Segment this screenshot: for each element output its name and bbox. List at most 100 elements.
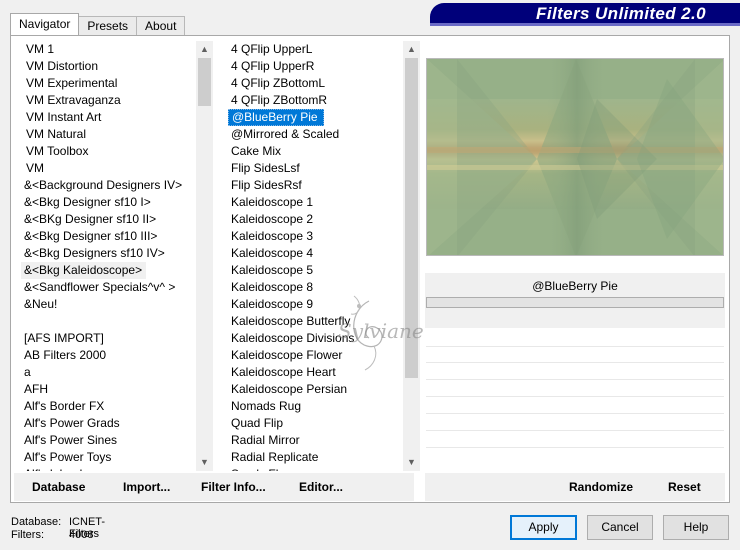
- list-item-label: &<Sandflower Specials^v^ >: [24, 280, 176, 294]
- list-item[interactable]: Kaleidoscope 8: [228, 279, 403, 296]
- list-item-label: 4 QFlip ZBottomR: [231, 93, 328, 107]
- list-item[interactable]: 4 QFlip ZBottomL: [228, 75, 403, 92]
- reset-button[interactable]: Reset: [668, 480, 701, 494]
- list-item[interactable]: Alf's Border FX: [21, 398, 196, 415]
- list-item[interactable]: &<Background Designers IV>: [21, 177, 196, 194]
- chevron-down-icon[interactable]: ▼: [403, 454, 420, 471]
- list-item[interactable]: Kaleidoscope Heart: [228, 364, 403, 381]
- list-item[interactable]: Kaleidoscope 9: [228, 296, 403, 313]
- list-item-label: VM: [26, 161, 44, 175]
- list-item-label: Alf's Border FX: [24, 399, 105, 413]
- list-item[interactable]: @Mirrored & Scaled: [228, 126, 403, 143]
- list-item-label: Flip SidesRsf: [231, 178, 302, 192]
- list-item[interactable]: VM: [21, 160, 196, 177]
- database-label: Database:: [11, 516, 62, 528]
- list-item[interactable]: Kaleidoscope Persian: [228, 381, 403, 398]
- list-item[interactable]: 4 QFlip UpperL: [228, 41, 403, 58]
- list-item[interactable]: Quad Flip: [228, 415, 403, 432]
- filter-info-button[interactable]: Filter Info...: [201, 480, 266, 494]
- list-item[interactable]: Kaleidoscope 2: [228, 211, 403, 228]
- filter-preview: [426, 58, 724, 256]
- category-scroll-thumb[interactable]: [198, 58, 211, 106]
- list-item[interactable]: Alf's Power Toys: [21, 449, 196, 466]
- list-item-label: Kaleidoscope 3: [231, 229, 314, 243]
- list-item[interactable]: Kaleidoscope 5: [228, 262, 403, 279]
- tab-about[interactable]: About: [136, 16, 186, 35]
- list-item-label: Kaleidoscope 5: [231, 263, 314, 277]
- list-item[interactable]: Kaleidoscope 3: [228, 228, 403, 245]
- list-item[interactable]: AFH: [21, 381, 196, 398]
- randomize-button[interactable]: Randomize: [569, 480, 633, 494]
- apply-button[interactable]: Apply: [510, 515, 577, 540]
- list-item[interactable]: Radial Replicate: [228, 449, 403, 466]
- list-item[interactable]: Kaleidoscope 1: [228, 194, 403, 211]
- list-item[interactable]: &<Bkg Designer sf10 III>: [21, 228, 196, 245]
- filter-scrollbar[interactable]: ▲ ▼: [403, 41, 420, 471]
- list-item-label: &<Bkg Designer sf10 III>: [24, 229, 158, 243]
- list-item-label: a: [24, 365, 31, 379]
- list-item[interactable]: VM Instant Art: [21, 109, 196, 126]
- list-item[interactable]: Cake Mix: [228, 143, 403, 160]
- list-item-label: &<Bkg Designer sf10 I>: [24, 195, 151, 209]
- list-item[interactable]: @BlueBerry Pie: [228, 109, 403, 126]
- parameter-row-divider: [426, 379, 724, 380]
- chevron-down-icon[interactable]: ▼: [196, 454, 213, 471]
- list-item[interactable]: AB Filters 2000: [21, 347, 196, 364]
- list-item[interactable]: [AFS IMPORT]: [21, 330, 196, 347]
- list-item[interactable]: VM 1: [21, 41, 196, 58]
- list-item-label: Alf's Power Grads: [24, 416, 120, 430]
- list-item-label: Flip SidesLsf: [231, 161, 300, 175]
- list-item-label: Radial Mirror: [231, 433, 300, 447]
- list-item[interactable]: &<Bkg Designers sf10 IV>: [21, 245, 196, 262]
- tab-navigator[interactable]: Navigator: [10, 13, 80, 35]
- watermark-signature: Sylviane: [338, 319, 424, 343]
- category-scrollbar[interactable]: ▲ ▼: [196, 41, 213, 471]
- list-item[interactable]: Flip SidesLsf: [228, 160, 403, 177]
- filters-status: Filters: 4008: [11, 529, 93, 541]
- list-item[interactable]: 4 QFlip ZBottomR: [228, 92, 403, 109]
- list-item[interactable]: &<BKg Designer sf10 II>: [21, 211, 196, 228]
- list-item[interactable]: Radial Mirror: [228, 432, 403, 449]
- list-item-label: Kaleidoscope 4: [231, 246, 314, 260]
- list-item[interactable]: Nomads Rug: [228, 398, 403, 415]
- list-item[interactable]: Kaleidoscope 4: [228, 245, 403, 262]
- list-item[interactable]: Flip SidesRsf: [228, 177, 403, 194]
- list-item-label: Kaleidoscope Flower: [231, 348, 343, 362]
- filter-list[interactable]: 4 QFlip UpperL 4 QFlip UpperR 4 QFlip ZBot…: [228, 41, 420, 471]
- list-item[interactable]: Seeds Fl...: [228, 466, 403, 471]
- help-button[interactable]: Help: [663, 515, 729, 540]
- editor-button[interactable]: Editor...: [299, 480, 343, 494]
- list-item[interactable]: VM Experimental: [21, 75, 196, 92]
- list-item-label: &<Bkg Kaleidoscope>: [21, 262, 147, 279]
- chevron-up-icon[interactable]: ▲: [196, 41, 213, 58]
- list-item[interactable]: Kaleidoscope Flower: [228, 347, 403, 364]
- list-item[interactable]: VM Natural: [21, 126, 196, 143]
- list-item[interactable]: VM Toolbox: [21, 143, 196, 160]
- list-item[interactable]: Alf's Power Sines: [21, 432, 196, 449]
- list-item[interactable]: 4 QFlip UpperR: [228, 58, 403, 75]
- database-button[interactable]: Database: [32, 480, 85, 494]
- cancel-button[interactable]: Cancel: [587, 515, 653, 540]
- list-item[interactable]: Alf's Inland...: [21, 466, 196, 471]
- list-item[interactable]: &<Sandflower Specials^v^ >: [21, 279, 196, 296]
- list-item-label: &<Background Designers IV>: [24, 178, 183, 192]
- list-item[interactable]: VM Distortion: [21, 58, 196, 75]
- list-item[interactable]: [21, 313, 196, 330]
- list-item-label: VM Instant Art: [26, 110, 102, 124]
- category-list[interactable]: VM 1 VM Distortion VM Experimental VM Extra…: [21, 41, 213, 471]
- list-item[interactable]: VM Extravaganza: [21, 92, 196, 109]
- list-item[interactable]: &<Bkg Designer sf10 I>: [21, 194, 196, 211]
- tab-presets[interactable]: Presets: [78, 16, 138, 35]
- import-button[interactable]: Import...: [123, 480, 170, 494]
- list-item[interactable]: Alf's Power Grads: [21, 415, 196, 432]
- list-item-label: Alf's Power Toys: [24, 450, 112, 464]
- chevron-up-icon[interactable]: ▲: [403, 41, 420, 58]
- list-item[interactable]: &<Bkg Kaleidoscope>: [21, 262, 196, 279]
- list-item[interactable]: &Neu!: [21, 296, 196, 313]
- list-item[interactable]: a: [21, 364, 196, 381]
- list-item-label: VM Natural: [26, 127, 87, 141]
- list-item-label: AFH: [24, 382, 48, 396]
- list-item-label: [21, 313, 196, 330]
- list-action-bar: Database Import... Filter Info... Editor…: [14, 473, 414, 501]
- list-item-label: Alf's Inland...: [21, 466, 196, 471]
